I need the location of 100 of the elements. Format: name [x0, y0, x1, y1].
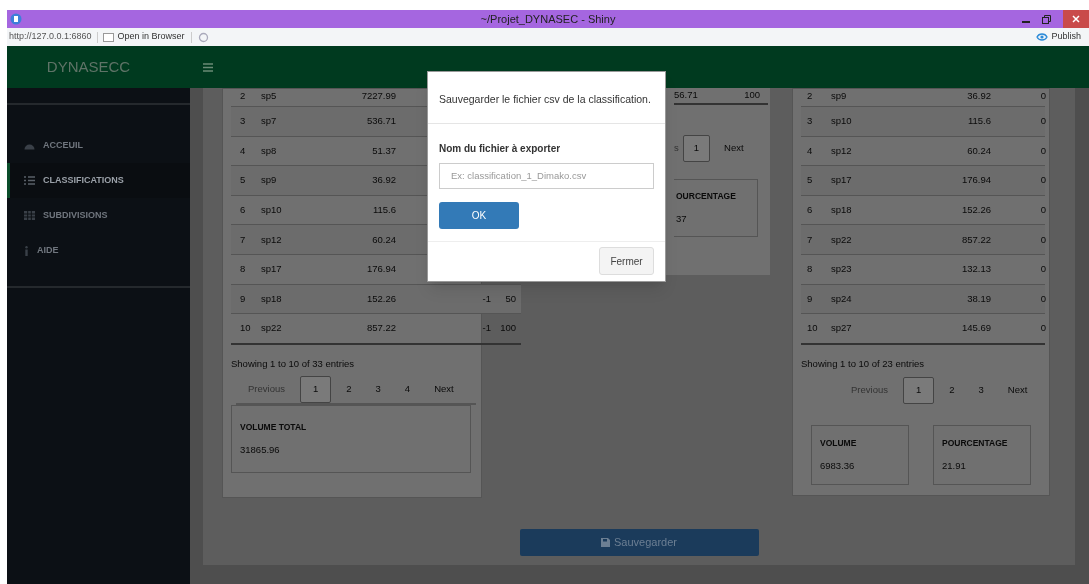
table-info: Showing 1 to 10 of 33 entries [231, 356, 356, 371]
page-link[interactable]: 1 [902, 376, 935, 404]
page-link[interactable]: 2 [334, 375, 364, 403]
table-cell-text: sp12 [261, 232, 283, 247]
table-cell-text: 115.6 [966, 114, 991, 129]
publish-icon [1036, 32, 1049, 42]
stat-label: OURCENTAGE [676, 189, 737, 203]
table-cell-text: sp9 [261, 173, 278, 188]
info-icon [24, 245, 29, 256]
table-cell-text: 100 [744, 88, 760, 102]
table-cell-text: sp24 [831, 291, 853, 306]
save-button[interactable]: Sauvegarder [519, 529, 759, 556]
table-cell-text: -1 [481, 321, 491, 336]
table-cell-text: 3 [806, 114, 814, 129]
table-cell-text: sp12 [831, 143, 853, 158]
table-cell-text: 115.6 [371, 202, 396, 217]
table-cell-text: 0 [1039, 262, 1046, 277]
publish-button[interactable]: Publish [1051, 30, 1081, 44]
table-cell-text: sp18 [261, 291, 283, 306]
table-cell-text: 6 [239, 202, 247, 217]
page-link[interactable]: 4 [392, 375, 423, 403]
table-cell-text: 7227.99 [360, 89, 396, 103]
table-cell-text: 5 [806, 173, 814, 188]
browser-icon [102, 32, 114, 42]
table-cell-text: 176.94 [960, 173, 991, 188]
table-cell-text: 38.19 [966, 291, 991, 306]
table-cell-text: 0 [1039, 202, 1046, 217]
table-cell-text: sp27 [831, 321, 853, 336]
modal-title: Sauvegarder le fichier csv de la classification. [439, 93, 651, 105]
close-icon [1072, 15, 1080, 23]
window-title: ~/Projet_DYNASEC - Shiny [480, 11, 616, 27]
page-link[interactable]: Next [714, 134, 754, 162]
page-link[interactable]: Next [995, 376, 1040, 404]
table-cell-text: 536.71 [365, 114, 396, 129]
table-cell-text: sp7 [261, 114, 278, 129]
table-cell-text: sp5 [261, 89, 278, 103]
sidebar-item[interactable]: CLASSIFICATIONS [7, 163, 190, 198]
stat-label: VOLUME TOTAL [240, 420, 308, 434]
table-cell-text: 9 [239, 291, 247, 306]
table-cell-text: 10 [239, 321, 252, 336]
table-cell-text: 36.92 [966, 89, 991, 103]
table-cell-text: 8 [806, 262, 814, 277]
stat-value: 6983.36 [820, 459, 856, 474]
page-link[interactable]: 2 [937, 376, 967, 404]
table-info: Showing 1 to 10 of 23 entries [801, 356, 926, 371]
page-link[interactable]: 3 [966, 376, 996, 404]
table-cell-text: 4 [239, 143, 247, 158]
stat-label: POURCENTAGE [942, 436, 1009, 450]
page-link[interactable]: Next [422, 375, 466, 403]
stat-value: 37 [676, 212, 688, 227]
sidebar-item[interactable]: SUBDIVISIONS [7, 198, 190, 233]
close-dialog-button[interactable]: Fermer [599, 247, 654, 276]
close-button[interactable] [1063, 10, 1089, 28]
table-cell-text: 145.69 [960, 321, 991, 336]
table-cell-text: 3 [239, 114, 247, 129]
filename-input-field[interactable]: Ex: classification_1_Dimako.csv [439, 162, 654, 189]
app-icon [10, 13, 22, 25]
sidebar-item[interactable]: AIDE [7, 233, 190, 268]
table-cell-text: 132.13 [960, 262, 991, 277]
table-cell-text: 56.71 [674, 88, 699, 102]
table-cell-text: 4 [806, 143, 814, 158]
table-cell-text: 51.37 [371, 143, 396, 158]
table-cell-text: 6 [806, 202, 814, 217]
table-cell-text: sp23 [831, 262, 853, 277]
table-cell-text: 2 [806, 89, 814, 103]
table-cell-text: sp17 [261, 262, 283, 277]
table-cell-text: sp9 [831, 89, 848, 103]
table-cell-text: sp8 [261, 143, 278, 158]
table-cell-text: 0 [1039, 291, 1046, 306]
table-cell-text: 60.24 [371, 232, 396, 247]
table-cell-text: 152.26 [960, 202, 991, 217]
table-cell-text: 5 [239, 173, 247, 188]
table-cell-text: 60.24 [966, 143, 991, 158]
table-cell-text: 9 [806, 291, 814, 306]
table-cell-text: sp22 [261, 321, 283, 336]
open-in-browser-button[interactable]: Open in Browser [117, 30, 185, 44]
sidebar-item[interactable]: ACCEUIL [7, 128, 190, 163]
table-cell-text: 857.22 [365, 321, 396, 336]
table-cell-text: 8 [239, 262, 247, 277]
floppy-icon [601, 538, 610, 547]
list-icon [24, 176, 35, 185]
brand-title: DYNASECC [46, 56, 131, 77]
table-cell-text: 0 [1039, 321, 1046, 336]
url-text[interactable]: http://127.0.0.1:6860 [9, 30, 92, 44]
grid-icon [24, 211, 35, 220]
table-cell-text: 857.22 [960, 232, 991, 247]
field-label: Nom du fichier à exporter [439, 142, 562, 156]
table-cell-text: 0 [1039, 173, 1046, 188]
ok-button[interactable]: OK [439, 201, 519, 229]
page-link[interactable]: 1 [682, 134, 711, 162]
page-link[interactable]: 3 [363, 375, 393, 403]
table-cell-text: sp22 [831, 232, 853, 247]
stat-value: 21.91 [942, 459, 967, 474]
menu-icon[interactable] [203, 62, 213, 72]
restore-icon[interactable] [1042, 14, 1051, 24]
table-cell-text: 7 [806, 232, 814, 247]
table-cell-text: 176.94 [365, 262, 396, 277]
table-cell-text: 100 [499, 321, 516, 336]
page-link[interactable]: 1 [299, 375, 332, 403]
table-cell-text: 0 [1039, 114, 1046, 129]
